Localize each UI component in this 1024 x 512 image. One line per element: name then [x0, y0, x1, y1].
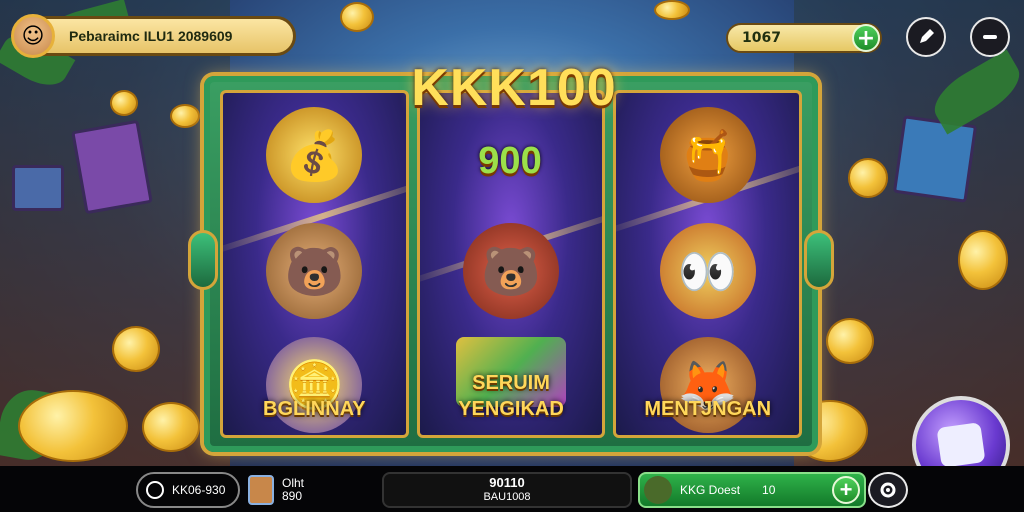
gold-coin-icon [654, 0, 690, 20]
bear-face-icon: 🐻 [463, 223, 559, 319]
game-title: KKK100 [411, 59, 617, 117]
reel-2-label-line2: YENGIKAD [458, 398, 564, 420]
bonus-value: 10 [762, 483, 776, 497]
center-display-top: 90110 [489, 475, 525, 490]
mini-profile-bottom: 890 [282, 489, 303, 503]
bear-icon: 🐻 [266, 223, 363, 319]
gold-coin-icon [142, 402, 200, 452]
slot-machine: 💰 🐻 🪙 BGLINNAY 🐻 SERUIM YENGIKAD 🍯 👀 🦊 M… [188, 76, 834, 452]
neon-sign-small-left [12, 165, 64, 211]
mini-profile[interactable]: Olht 890 [248, 472, 322, 508]
reel-1: 💰 🐻 🪙 BGLINNAY [220, 90, 409, 438]
avatar[interactable]: ☺ [11, 14, 55, 58]
pencil-icon [920, 29, 934, 43]
add-bonus-button[interactable]: + [832, 476, 860, 504]
bonus-pill[interactable]: KKG Doest 10 + [638, 472, 866, 508]
gold-coin-icon [340, 2, 374, 32]
bottom-bar: KK06-930 Olht 890 90110 BAU1008 KKG Does… [0, 466, 1024, 512]
gold-coin-icon [826, 318, 874, 364]
edit-button[interactable] [906, 17, 946, 57]
gold-coin-icon [112, 326, 160, 372]
mini-avatar [248, 475, 274, 505]
gold-coin-icon [18, 390, 128, 462]
player-info-text: Pebaraimc ILU1 2089609 [69, 28, 233, 44]
bowl-icon: 🍯 [659, 107, 756, 203]
avatar-icon: ☺ [21, 23, 45, 49]
gear-icon [880, 482, 896, 498]
player-info-pill[interactable]: ☺ Pebaraimc ILU1 2089609 [11, 14, 296, 58]
center-display: 90110 BAU1008 [382, 472, 632, 508]
gold-coin-icon [170, 104, 200, 128]
add-balance-button[interactable]: + [852, 24, 880, 52]
gold-coin-icon [958, 230, 1008, 290]
reel-3-label: MENTJNGAN [644, 398, 772, 420]
reel-3: 🍯 👀 🦊 MENTJNGAN [613, 90, 803, 438]
left-control-pill[interactable]: KK06-930 [136, 472, 240, 508]
coin-stack-icon: 💰 [266, 107, 363, 203]
settings-button[interactable] [868, 472, 908, 508]
spin-icon [936, 422, 986, 468]
center-display-bottom: BAU1008 [483, 491, 531, 503]
gold-coin-icon [110, 90, 138, 116]
minimize-button[interactable] [970, 17, 1010, 57]
game-subtitle: 900 [478, 140, 542, 182]
gold-coin-icon [848, 158, 888, 198]
left-control-label: KK06-930 [172, 483, 226, 497]
balance-value: 1067 [742, 30, 781, 46]
reel-2-label-line1: SERUIM [472, 372, 550, 394]
neon-sign-left [71, 119, 153, 215]
reel-1-label: BGLINNAY [263, 398, 366, 420]
bonus-label: KKG Doest [680, 483, 741, 497]
frame-ornament-right-icon [804, 230, 834, 290]
neon-sign-right [892, 115, 978, 203]
frame-ornament-left-icon [188, 230, 218, 290]
refresh-icon [146, 481, 164, 499]
bonus-icon [644, 476, 672, 504]
minus-icon [983, 35, 997, 39]
eyes-ball-icon: 👀 [659, 223, 756, 319]
balance-pill: 1067 + [726, 23, 882, 53]
